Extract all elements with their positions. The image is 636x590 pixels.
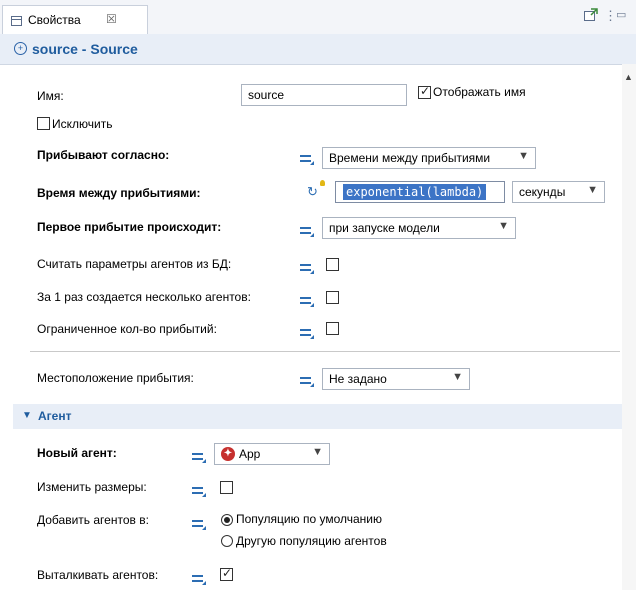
arrivals-label: Прибывают согласно: xyxy=(37,148,170,162)
agent-section-title: Агент xyxy=(38,409,72,423)
tab-close-icon[interactable]: ☒ xyxy=(106,12,117,26)
static-value-icon[interactable] xyxy=(192,518,206,530)
show-name-checkbox[interactable] xyxy=(418,84,431,99)
chevron-down-icon: ▼ xyxy=(312,446,323,458)
exclude-checkbox[interactable] xyxy=(37,117,50,130)
divider xyxy=(30,351,620,352)
limited-arrivals-checkbox[interactable] xyxy=(326,322,339,335)
chevron-down-icon: ▼ xyxy=(587,184,598,196)
chevron-down-icon: ▼ xyxy=(498,220,509,232)
properties-view-icon xyxy=(11,16,22,26)
static-value-icon[interactable] xyxy=(192,451,206,463)
name-label: Имя: xyxy=(37,89,64,103)
properties-header: + source - Source xyxy=(0,34,636,65)
static-value-icon[interactable] xyxy=(300,375,314,387)
custom-population-radio[interactable] xyxy=(221,535,233,547)
read-db-checkbox[interactable] xyxy=(326,258,339,271)
chevron-down-icon: ▼ xyxy=(518,150,529,162)
static-value-icon[interactable] xyxy=(300,295,314,307)
static-value-icon[interactable] xyxy=(300,327,314,339)
static-value-icon[interactable] xyxy=(192,573,206,585)
scroll-up-icon[interactable]: ▲ xyxy=(624,72,633,82)
tab-properties[interactable]: Свойства ☒ xyxy=(2,5,148,34)
lightbulb-icon[interactable] xyxy=(320,180,325,186)
agent-section-header[interactable]: ▼ Агент xyxy=(13,404,622,429)
first-arrival-value: при запуске модели xyxy=(329,221,440,235)
resize-label: Изменить размеры: xyxy=(37,480,147,494)
chevron-down-icon: ▼ xyxy=(452,371,463,383)
new-agent-label: Новый агент: xyxy=(37,446,117,460)
page-title: source - Source xyxy=(32,41,138,57)
arrivals-dropdown[interactable]: Времени между прибытиями ▼ xyxy=(322,147,536,169)
arrivals-value: Времени между прибытиями xyxy=(329,151,491,165)
name-value: source xyxy=(248,88,285,102)
location-label: Местоположение прибытия: xyxy=(37,371,194,385)
multiple-agents-label: За 1 раз создается несколько агентов: xyxy=(37,290,251,304)
interarrival-expression-field[interactable]: exponential(lambda) xyxy=(335,181,505,203)
add-circle-icon: + xyxy=(14,42,27,55)
location-value: Не задано xyxy=(329,372,387,386)
dynamic-value-icon[interactable]: ↻ xyxy=(307,184,318,200)
multiple-agents-checkbox[interactable] xyxy=(326,291,339,304)
minimize-icon[interactable]: ▭ xyxy=(616,8,626,21)
default-population-radio[interactable] xyxy=(221,514,233,526)
first-arrival-dropdown[interactable]: при запуске модели ▼ xyxy=(322,217,516,239)
exclude-label: Исключить xyxy=(52,117,113,131)
location-dropdown[interactable]: Не задано ▼ xyxy=(322,368,470,390)
open-editor-icon[interactable] xyxy=(584,8,598,24)
push-agents-label: Выталкивать агентов: xyxy=(37,568,159,582)
agent-icon: ✦ xyxy=(221,447,235,461)
interarrival-expression: exponential(lambda) xyxy=(343,184,487,200)
vertical-scrollbar[interactable]: ▲ xyxy=(622,64,636,590)
interarrival-label: Время между прибытиями: xyxy=(37,186,201,200)
time-unit-dropdown[interactable]: секунды ▼ xyxy=(512,181,605,203)
static-value-icon[interactable] xyxy=(192,485,206,497)
resize-checkbox[interactable] xyxy=(220,481,233,494)
view-tab-bar: Свойства ☒ ⋮ ▭ xyxy=(0,0,636,35)
default-population-label: Популяцию по умолчанию xyxy=(236,512,382,526)
first-arrival-label: Первое прибытие происходит: xyxy=(37,220,222,234)
push-agents-checkbox[interactable] xyxy=(220,566,233,581)
name-input[interactable]: source xyxy=(241,84,407,106)
static-value-icon[interactable] xyxy=(300,225,314,237)
limited-arrivals-label: Ограниченное кол-во прибытий: xyxy=(37,322,217,336)
read-db-label: Считать параметры агентов из БД: xyxy=(37,257,232,271)
show-name-label: Отображать имя xyxy=(433,85,526,99)
add-to-label: Добавить агентов в: xyxy=(37,513,149,527)
static-value-icon[interactable] xyxy=(300,153,314,165)
custom-population-label: Другую популяцию агентов xyxy=(236,534,387,548)
new-agent-dropdown[interactable]: ✦ App ▼ xyxy=(214,443,330,465)
static-value-icon[interactable] xyxy=(300,262,314,274)
collapse-arrow-icon: ▼ xyxy=(22,410,32,421)
new-agent-value: App xyxy=(239,447,261,461)
time-unit-value: секунды xyxy=(519,185,566,199)
tab-properties-label: Свойства xyxy=(28,13,81,27)
